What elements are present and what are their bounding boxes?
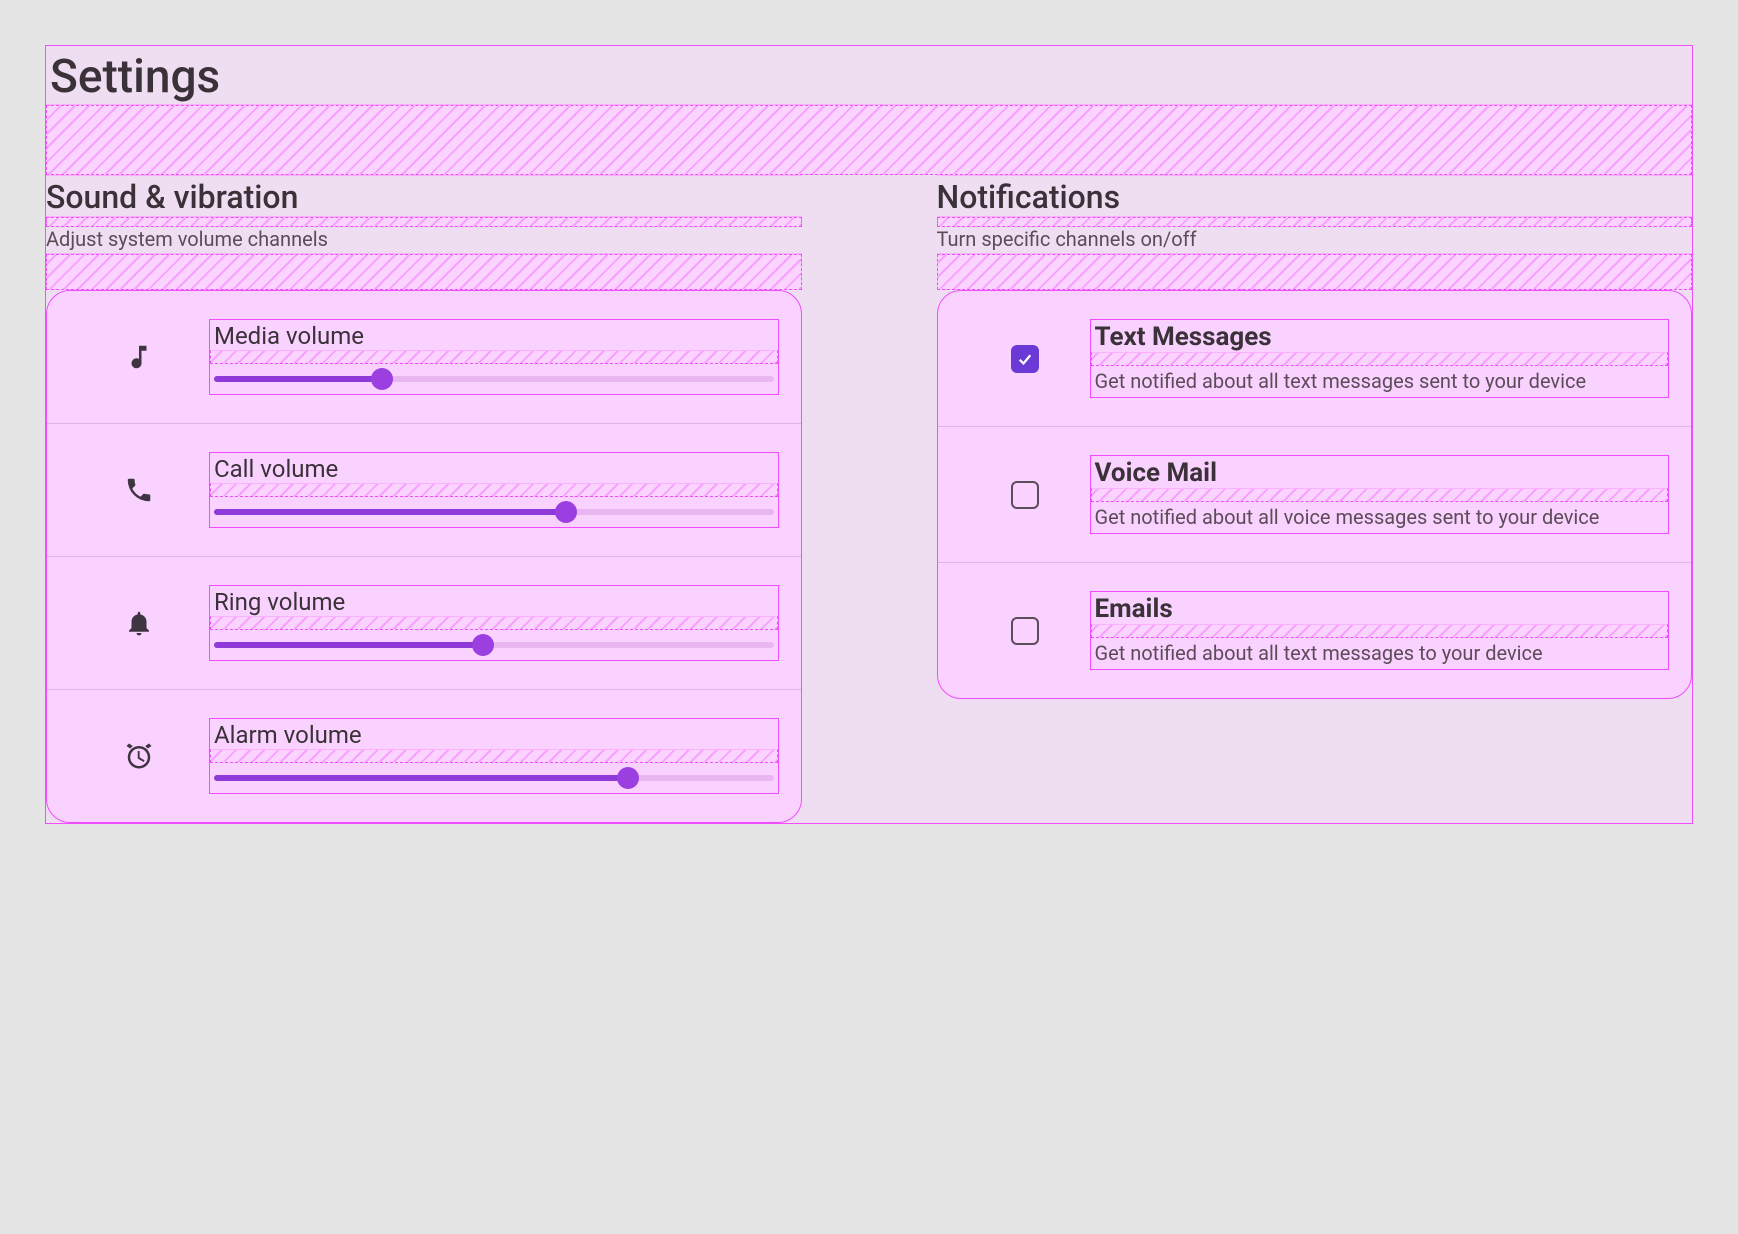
volume-row-alarm: Alarm volume — [47, 690, 801, 822]
spacer — [1091, 488, 1669, 502]
notification-title: Voice Mail — [1091, 456, 1669, 488]
phone-icon — [69, 475, 209, 505]
spacer — [1091, 624, 1669, 638]
sound-subtitle: Adjust system volume channels — [46, 227, 802, 254]
call-volume-slider[interactable] — [210, 497, 778, 527]
notification-desc: Get notified about all text messages sen… — [1091, 366, 1669, 397]
spacer — [210, 350, 778, 364]
notification-title: Text Messages — [1091, 320, 1669, 352]
checkbox-voice-mail[interactable] — [1011, 481, 1039, 509]
volume-row-ring: Ring volume — [47, 557, 801, 690]
sound-card: Media volume Call volume — [46, 290, 802, 823]
volume-label: Call volume — [210, 453, 778, 483]
checkbox-text-messages[interactable] — [1011, 345, 1039, 373]
page-title: Settings — [46, 46, 1692, 105]
row-content: Voice Mail Get notified about all voice … — [1090, 455, 1670, 534]
notification-title: Emails — [1091, 592, 1669, 624]
settings-page: Settings Sound & vibration Adjust system… — [45, 45, 1693, 824]
row-content: Call volume — [209, 452, 779, 528]
row-content: Emails Get notified about all text messa… — [1090, 591, 1670, 670]
spacer — [46, 105, 1692, 175]
spacer — [210, 483, 778, 497]
row-content: Alarm volume — [209, 718, 779, 794]
sound-title: Sound & vibration — [46, 175, 802, 217]
media-volume-slider[interactable] — [210, 364, 778, 394]
spacer — [210, 616, 778, 630]
row-content: Ring volume — [209, 585, 779, 661]
ring-volume-slider[interactable] — [210, 630, 778, 660]
notifications-card: Text Messages Get notified about all tex… — [937, 290, 1693, 699]
spacer — [210, 749, 778, 763]
alarm-volume-slider[interactable] — [210, 763, 778, 793]
volume-row-call: Call volume — [47, 424, 801, 557]
notifications-section: Notifications Turn specific channels on/… — [937, 175, 1693, 823]
notifications-subtitle: Turn specific channels on/off — [937, 227, 1693, 254]
spacer — [937, 254, 1693, 290]
notifications-title: Notifications — [937, 175, 1693, 217]
notification-desc: Get notified about all voice messages se… — [1091, 502, 1669, 533]
spacer — [46, 217, 802, 227]
bell-icon — [69, 608, 209, 638]
spacer — [1091, 352, 1669, 366]
volume-row-media: Media volume — [47, 291, 801, 424]
music-note-icon — [69, 342, 209, 372]
notification-row-voicemail[interactable]: Voice Mail Get notified about all voice … — [938, 427, 1692, 563]
row-content: Text Messages Get notified about all tex… — [1090, 319, 1670, 398]
spacer — [937, 217, 1693, 227]
volume-label: Media volume — [210, 320, 778, 350]
volume-label: Alarm volume — [210, 719, 778, 749]
alarm-icon — [69, 741, 209, 771]
checkbox-emails[interactable] — [1011, 617, 1039, 645]
notification-desc: Get notified about all text messages to … — [1091, 638, 1669, 669]
row-content: Media volume — [209, 319, 779, 395]
sound-section: Sound & vibration Adjust system volume c… — [46, 175, 802, 823]
columns: Sound & vibration Adjust system volume c… — [46, 175, 1692, 823]
notification-row-emails[interactable]: Emails Get notified about all text messa… — [938, 563, 1692, 698]
notification-row-text[interactable]: Text Messages Get notified about all tex… — [938, 291, 1692, 427]
volume-label: Ring volume — [210, 586, 778, 616]
spacer — [46, 254, 802, 290]
